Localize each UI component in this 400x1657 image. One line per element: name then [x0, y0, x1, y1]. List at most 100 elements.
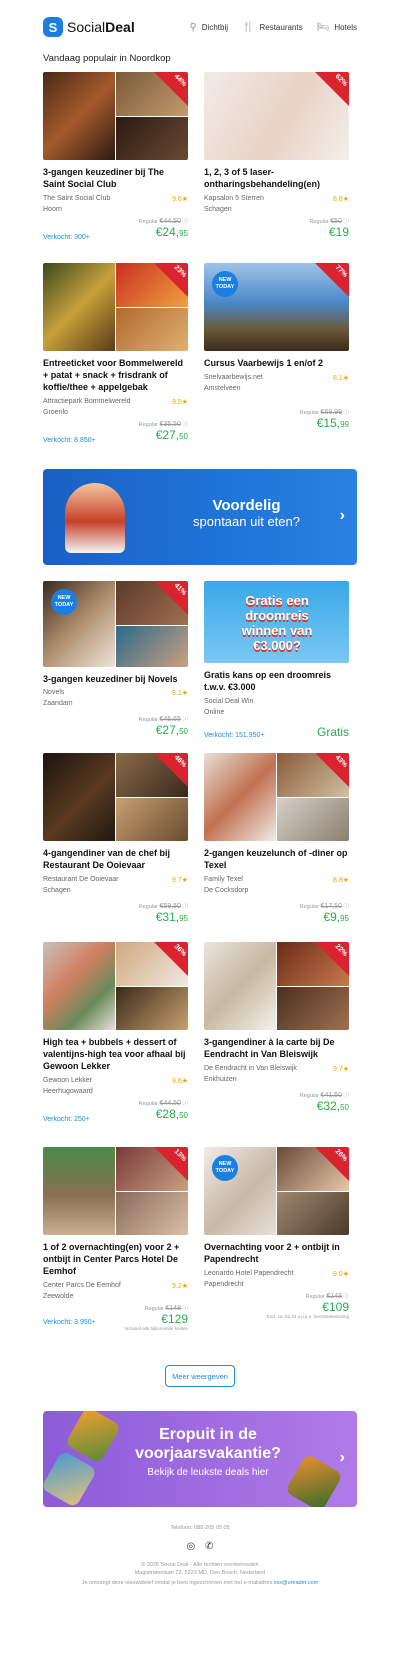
deal-title: 1 of 2 overnachting(en) voor 2 + ontbijt…: [43, 1242, 180, 1276]
discount-badge: 77%: [315, 263, 349, 297]
deal-sold: Verkocht: 3.950+: [43, 1319, 96, 1326]
deal-grid-row: NEW TODAY 41% 3-gangen keuzediner bij Nov…: [43, 581, 357, 739]
discount-badge: 62%: [315, 72, 349, 106]
deal-location: De Cocksdorp: [204, 887, 249, 894]
deal-price: €129: [161, 1312, 188, 1326]
nav-restaurants[interactable]: 🍴 Restaurants: [242, 22, 303, 33]
deal-grid-row: 23% Entreeticket voor Bommelwereld + pat…: [43, 263, 357, 459]
deal-card[interactable]: 62% 1, 2, 3 of 5 laser-ontharingsbehande…: [204, 72, 349, 249]
deal-title: 4-gangendiner van de chef bij Restaurant…: [43, 848, 171, 870]
deal-grid-row: 36% High tea + bubbels + dessert of vale…: [43, 942, 357, 1133]
deal-regular-price: Regular €50 ⓘ: [309, 218, 349, 225]
deal-note: Excl. ca. €2,34 p.p.p.n. toeristenbelast…: [266, 1314, 349, 1319]
deal-location: Zaandam: [43, 700, 73, 708]
deal-vendor: The Saint Social Club: [43, 195, 111, 202]
whatsapp-icon[interactable]: ✆: [205, 1541, 213, 1552]
banner-text: Voordelig spontaan uit eten?: [193, 497, 300, 529]
deal-vendor: Gewoon Lekker: [43, 1077, 93, 1084]
deal-card[interactable]: NEW TODAY 77% Cursus Vaarbewijs 1 en/of 2…: [204, 263, 349, 459]
deal-rating: 8.8★: [332, 195, 349, 203]
header: S SocialDeal ⚲ Dichtbij 🍴 Restaurants 🛏 Hot…: [43, 7, 357, 47]
deal-rating: 9.7★: [171, 876, 188, 884]
deal-regular-price: Regular €44,50 ⓘ: [138, 218, 188, 225]
deal-card[interactable]: 46% 4-gangendiner van de chef bij Restau…: [43, 753, 188, 928]
deal-location: Online: [204, 708, 225, 716]
discount-badge: 43%: [315, 753, 349, 787]
deal-rating: 9.0★: [332, 1270, 349, 1278]
deal-location: Hoorn: [43, 206, 63, 213]
deal-card[interactable]: 36% High tea + bubbels + dessert of vale…: [43, 942, 188, 1133]
new-today-badge: NEW TODAY: [212, 1155, 238, 1181]
nav-label: Hotels: [334, 22, 357, 32]
footer-phone: Telefoon: 088-205 05 05: [170, 1525, 230, 1531]
deal-image: NEW TODAY 41%: [43, 581, 188, 667]
deal-grid-row: 13% 1 of 2 overnachting(en) voor 2 + ont…: [43, 1147, 357, 1349]
deal-rating: 8.8★: [332, 876, 349, 884]
deal-price: €27,50: [155, 723, 188, 738]
deal-card[interactable]: 13% 1 of 2 overnachting(en) voor 2 + ont…: [43, 1147, 188, 1349]
deal-rating: 9.6★: [171, 195, 188, 203]
deal-card[interactable]: 44% 3-gangen keuzediner bij The Saint So…: [43, 72, 188, 249]
deal-rating: 9.6★: [171, 1077, 188, 1085]
deal-price: €19: [328, 225, 349, 239]
deal-location: Schagen: [204, 206, 232, 213]
chevron-right-icon: ›: [339, 507, 345, 524]
deal-card[interactable]: 23% Entreeticket voor Bommelwereld + pat…: [43, 263, 188, 459]
discount-badge: 23%: [154, 263, 188, 297]
deal-image: 44%: [43, 72, 188, 160]
social-deal-logo[interactable]: S SocialDeal: [43, 17, 135, 37]
deal-card[interactable]: NEW TODAY 26% Overnachting voor 2 + ontbi…: [204, 1147, 349, 1349]
deal-image: NEW TODAY 77%: [204, 263, 349, 351]
promo-banner-dining[interactable]: Voordelig spontaan uit eten? ›: [43, 469, 357, 565]
deal-image: 36%: [43, 942, 188, 1030]
deal-regular-price: Regular €46,65 ⓘ: [138, 716, 188, 724]
deal-title: 3-gangendiner à la carte bij De Eendrach…: [204, 1037, 335, 1059]
person-illustration: [65, 483, 125, 553]
deal-location: Zeewolde: [43, 1293, 74, 1300]
deal-grid-row: 46% 4-gangendiner van de chef bij Restau…: [43, 753, 357, 928]
discount-badge: 46%: [154, 753, 188, 787]
more-button-wrap: Meer weergeven: [43, 1365, 357, 1387]
hexagon-photo: [284, 1453, 344, 1507]
deal-regular-price: Regular €148 ⓘ: [305, 1293, 349, 1300]
deal-title: 2-gangen keuzelunch of -diner op Texel: [204, 848, 348, 870]
deal-regular-price: Regular €35,50 ⓘ: [138, 421, 188, 428]
deal-image: 46%: [43, 753, 188, 841]
deal-price: Gratis: [316, 725, 349, 739]
promo-image-text: Gratis een droomreis winnen van €3.000?: [241, 593, 313, 653]
deal-title: Gratis kans op een droomreis t.w.v. €3.0…: [204, 670, 332, 693]
footer-email-link[interactable]: xxx@ureader.com: [274, 1580, 318, 1586]
deal-price: €15,99: [316, 416, 349, 430]
deal-price: €27,50: [155, 428, 188, 442]
deal-card[interactable]: Gratis een droomreis winnen van €3.000? …: [204, 581, 349, 739]
deal-sold: Verkocht: 8.850+: [43, 437, 96, 444]
logo-icon: S: [43, 17, 63, 37]
section-title: Vandaag populair in Noordkop: [43, 53, 171, 64]
social-links: ◎ ✆: [43, 1541, 357, 1552]
deal-grid-row: 44% 3-gangen keuzediner bij The Saint So…: [43, 72, 357, 249]
nav-hotels[interactable]: 🛏 Hotels: [317, 22, 357, 33]
promo-banner-spring-break[interactable]: Eropuit in de voorjaarsvakantie? Bekijk …: [43, 1411, 357, 1507]
nav-dichtbij[interactable]: ⚲ Dichtbij: [189, 22, 228, 33]
new-today-badge: NEW TODAY: [51, 589, 77, 615]
deal-image: 23%: [43, 263, 188, 351]
more-button[interactable]: Meer weergeven: [165, 1365, 235, 1387]
deal-vendor: Novels: [43, 689, 65, 697]
deal-rating: 9.7★: [332, 1065, 349, 1073]
deal-location: Groenlo: [43, 409, 68, 416]
instagram-icon[interactable]: ◎: [186, 1541, 195, 1552]
deal-regular-price: Regular €17,50 ⓘ: [299, 903, 349, 910]
deal-rating: 8.1★: [332, 374, 349, 382]
discount-badge: 36%: [154, 942, 188, 976]
cutlery-icon: 🍴: [242, 21, 255, 33]
deal-sold: Verkocht: 151.950+: [204, 732, 265, 739]
deal-image: Gratis een droomreis winnen van €3.000?: [204, 581, 349, 664]
deal-card[interactable]: 43% 2-gangen keuzelunch of -diner op Tex…: [204, 753, 349, 928]
deal-card[interactable]: NEW TODAY 41% 3-gangen keuzediner bij Nov…: [43, 581, 188, 739]
deal-title: High tea + bubbels + dessert of valentij…: [43, 1037, 186, 1071]
deal-image: NEW TODAY 26%: [204, 1147, 349, 1235]
deal-title: 3-gangen keuzediner bij Novels: [43, 673, 178, 684]
deal-price: €9,95: [323, 910, 349, 924]
deal-card[interactable]: 22% 3-gangendiner à la carte bij De Eend…: [204, 942, 349, 1133]
deal-rating: 9.1★: [171, 689, 188, 697]
